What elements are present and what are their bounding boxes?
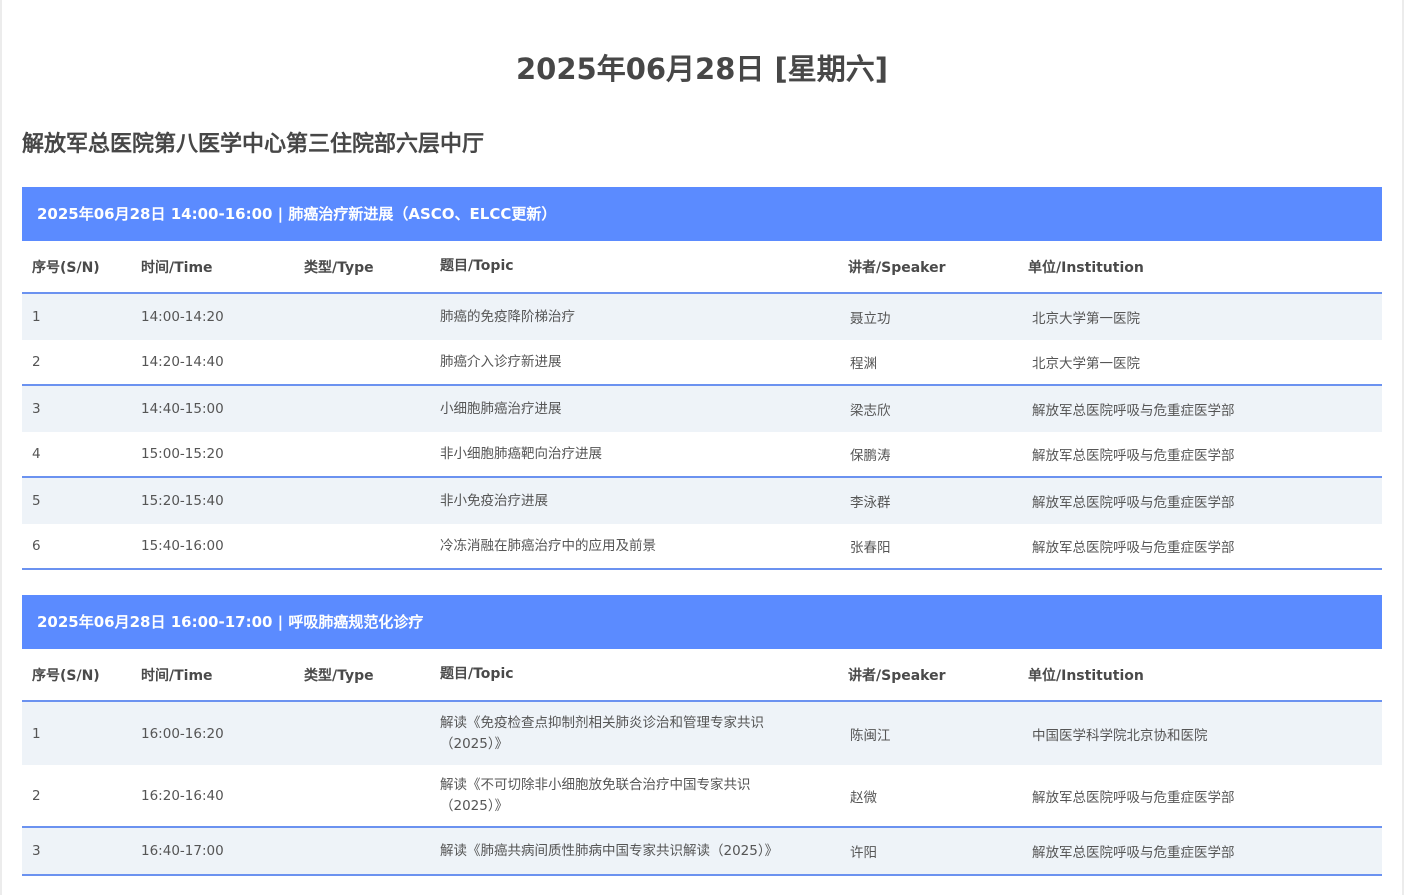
cell-institution: 解放军总医院呼吸与危重症医学部 xyxy=(1032,448,1235,464)
cell-sn: 3 xyxy=(32,401,41,417)
cell-institution: 解放军总医院呼吸与危重症医学部 xyxy=(1032,403,1235,419)
cell-topic: 肺癌的免疫降阶梯治疗 xyxy=(440,308,575,325)
cell-time: 14:40-15:00 xyxy=(141,401,224,417)
column-header-topic: 题目/Topic xyxy=(440,666,514,682)
cell-type xyxy=(304,478,424,524)
cell-type xyxy=(304,828,424,874)
table-row: 4 15:00-15:20 非小细胞肺癌靶向治疗进展 保鹏涛 解放军总医院呼吸与… xyxy=(22,432,1382,478)
table-row: 3 16:40-17:00 解读《肺癌共病间质性肺病中国专家共识解读（2025）… xyxy=(22,828,1382,876)
cell-sn: 4 xyxy=(32,446,41,462)
cell-time: 15:40-16:00 xyxy=(141,538,224,554)
venue-title: 解放军总医院第八医学中心第三住院部六层中厅 xyxy=(22,132,485,157)
cell-sn: 3 xyxy=(32,843,41,859)
cell-institution: 中国医学科学院北京协和医院 xyxy=(1032,727,1208,744)
cell-sn: 6 xyxy=(32,538,41,554)
cell-speaker: 保鹏涛 xyxy=(850,448,891,464)
table-row: 2 16:20-16:40 解读《不可切除非小细胞放免联合治疗中国专家共识（20… xyxy=(22,765,1382,828)
session-1: 2025年06月28日 14:00-16:00 | 肺癌治疗新进展（ASCO、E… xyxy=(22,187,1382,570)
cell-time: 15:20-15:40 xyxy=(141,493,224,509)
cell-speaker: 赵微 xyxy=(850,789,877,806)
column-header-time: 时间/Time xyxy=(141,667,213,684)
cell-time: 16:40-17:00 xyxy=(141,843,224,859)
cell-speaker: 程渊 xyxy=(850,356,877,372)
cell-speaker: 陈闽江 xyxy=(850,727,891,744)
table-row: 5 15:20-15:40 非小免疫治疗进展 李泳群 解放军总医院呼吸与危重症医… xyxy=(22,478,1382,524)
cell-time: 14:20-14:40 xyxy=(141,354,224,370)
cell-institution: 北京大学第一医院 xyxy=(1032,356,1140,372)
table-header-row: 序号(S/N) 时间/Time 类型/Type 题目/Topic 讲者/Spea… xyxy=(22,241,1382,294)
cell-type xyxy=(304,432,424,476)
cell-sn: 1 xyxy=(32,309,41,325)
cell-sn: 2 xyxy=(32,787,41,804)
cell-institution: 解放军总医院呼吸与危重症医学部 xyxy=(1032,845,1235,861)
cell-type xyxy=(304,386,424,432)
cell-type xyxy=(304,524,424,568)
column-header-speaker: 讲者/Speaker xyxy=(848,259,946,276)
column-header-type: 类型/Type xyxy=(304,259,374,276)
cell-topic: 冷冻消融在肺癌治疗中的应用及前景 xyxy=(440,537,656,554)
table-row: 3 14:40-15:00 小细胞肺癌治疗进展 梁志欣 解放军总医院呼吸与危重症… xyxy=(22,386,1382,432)
table-header-row: 序号(S/N) 时间/Time 类型/Type 题目/Topic 讲者/Spea… xyxy=(22,649,1382,702)
cell-topic: 小细胞肺癌治疗进展 xyxy=(440,400,562,417)
session-2: 2025年06月28日 16:00-17:00 | 呼吸肺癌规范化诊疗 序号(S… xyxy=(22,595,1382,876)
column-header-institution: 单位/Institution xyxy=(1028,259,1144,276)
cell-time: 16:20-16:40 xyxy=(141,787,224,804)
column-header-time: 时间/Time xyxy=(141,259,213,276)
cell-topic: 解读《免疫检查点抑制剂相关肺炎诊治和管理专家共识（2025）》 xyxy=(440,714,764,752)
cell-type xyxy=(304,294,424,340)
cell-type xyxy=(304,340,424,384)
cell-speaker: 梁志欣 xyxy=(850,403,891,419)
cell-topic: 解读《肺癌共病间质性肺病中国专家共识解读（2025）》 xyxy=(440,842,779,859)
table-row: 1 14:00-14:20 肺癌的免疫降阶梯治疗 聂立功 北京大学第一医院 xyxy=(22,294,1382,340)
cell-time: 16:00-16:20 xyxy=(141,725,224,742)
cell-speaker: 李泳群 xyxy=(850,495,891,511)
page-left-border xyxy=(0,0,2,895)
cell-speaker: 许阳 xyxy=(850,845,877,861)
column-header-institution: 单位/Institution xyxy=(1028,667,1144,684)
cell-sn: 5 xyxy=(32,493,41,509)
cell-topic: 非小免疫治疗进展 xyxy=(440,492,548,509)
cell-type xyxy=(304,702,424,765)
column-header-sn: 序号(S/N) xyxy=(32,667,100,684)
cell-speaker: 聂立功 xyxy=(850,311,891,327)
cell-time: 15:00-15:20 xyxy=(141,446,224,462)
cell-speaker: 张春阳 xyxy=(850,540,891,556)
cell-sn: 1 xyxy=(32,725,41,742)
cell-institution: 解放军总医院呼吸与危重症医学部 xyxy=(1032,495,1235,511)
column-header-topic: 题目/Topic xyxy=(440,258,514,274)
session-header: 2025年06月28日 14:00-16:00 | 肺癌治疗新进展（ASCO、E… xyxy=(22,187,1382,241)
cell-institution: 北京大学第一医院 xyxy=(1032,311,1140,327)
table-row: 6 15:40-16:00 冷冻消融在肺癌治疗中的应用及前景 张春阳 解放军总医… xyxy=(22,524,1382,570)
cell-time: 14:00-14:20 xyxy=(141,309,224,325)
session-header: 2025年06月28日 16:00-17:00 | 呼吸肺癌规范化诊疗 xyxy=(22,595,1382,649)
cell-topic: 肺癌介入诊疗新进展 xyxy=(440,353,562,370)
column-header-sn: 序号(S/N) xyxy=(32,259,100,276)
table-row: 1 16:00-16:20 解读《免疫检查点抑制剂相关肺炎诊治和管理专家共识（2… xyxy=(22,702,1382,765)
cell-sn: 2 xyxy=(32,354,41,370)
table-row: 2 14:20-14:40 肺癌介入诊疗新进展 程渊 北京大学第一医院 xyxy=(22,340,1382,386)
cell-topic: 解读《不可切除非小细胞放免联合治疗中国专家共识（2025）》 xyxy=(440,776,751,814)
cell-topic: 非小细胞肺癌靶向治疗进展 xyxy=(440,445,602,462)
cell-institution: 解放军总医院呼吸与危重症医学部 xyxy=(1032,789,1235,806)
column-header-speaker: 讲者/Speaker xyxy=(848,667,946,684)
column-header-type: 类型/Type xyxy=(304,667,374,684)
page-date-title: 2025年06月28日 [星期六] xyxy=(515,52,889,86)
cell-type xyxy=(304,765,424,826)
cell-institution: 解放军总医院呼吸与危重症医学部 xyxy=(1032,540,1235,556)
